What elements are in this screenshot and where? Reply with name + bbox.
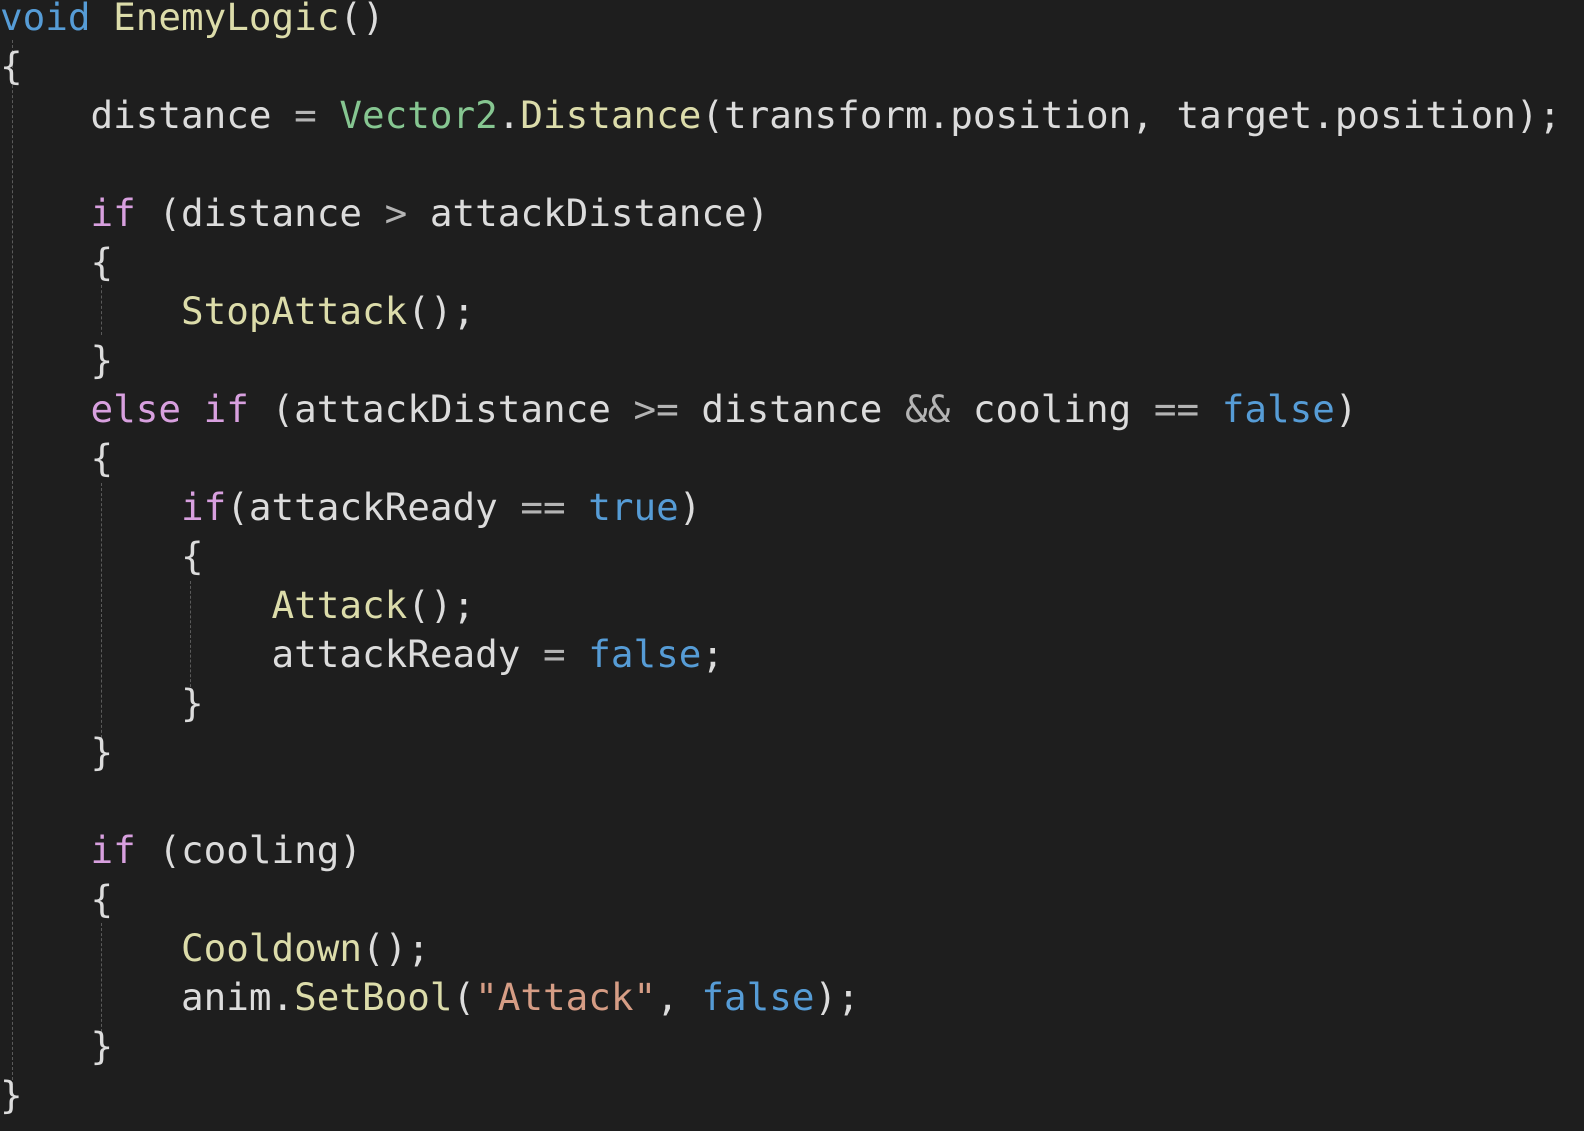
code-token-control: if bbox=[181, 485, 227, 529]
code-token-plain: (attackDistance bbox=[248, 387, 634, 431]
code-token-keyword: false bbox=[588, 632, 702, 676]
code-line[interactable]: Attack(); bbox=[0, 581, 476, 630]
code-token-plain: distance bbox=[0, 93, 295, 137]
code-line[interactable]: Cooldown(); bbox=[0, 924, 430, 973]
code-line[interactable]: attackReady = false; bbox=[0, 630, 724, 679]
code-token-method: SetBool bbox=[294, 975, 453, 1019]
code-line[interactable]: StopAttack(); bbox=[0, 287, 475, 336]
code-token-plain: } bbox=[0, 338, 114, 382]
code-line[interactable]: { bbox=[0, 238, 113, 287]
code-token-method: Cooldown bbox=[181, 926, 362, 970]
code-token-plain: ; bbox=[701, 632, 724, 676]
code-token-operator: && bbox=[904, 387, 951, 431]
code-token-method: StopAttack bbox=[181, 289, 408, 333]
code-token-control: else bbox=[90, 387, 182, 431]
code-token-keyword: false bbox=[701, 975, 815, 1019]
code-line[interactable]: } bbox=[0, 728, 113, 777]
code-line[interactable]: } bbox=[0, 1022, 113, 1071]
code-token-operator: == bbox=[520, 485, 566, 529]
code-token-plain: attackDistance) bbox=[407, 191, 770, 235]
code-token-keyword: true bbox=[588, 485, 679, 529]
code-line[interactable]: distance = Vector2.Distance(transform.po… bbox=[0, 91, 1561, 140]
code-line[interactable]: anim.SetBool("Attack", false); bbox=[0, 973, 860, 1022]
code-token-method: Attack bbox=[271, 583, 408, 627]
code-token-plain: attackReady bbox=[0, 632, 543, 676]
code-token-plain: (); bbox=[407, 289, 476, 333]
code-line[interactable]: { bbox=[0, 875, 113, 924]
code-token-operator: > bbox=[384, 191, 408, 235]
code-token-plain: { bbox=[0, 240, 114, 284]
code-token-operator: = bbox=[542, 632, 566, 676]
code-line[interactable]: void EnemyLogic() bbox=[0, 0, 385, 42]
code-token-plain: (distance bbox=[135, 191, 385, 235]
code-token-plain: distance bbox=[678, 387, 905, 431]
code-token-plain: anim. bbox=[0, 975, 295, 1019]
code-token-plain: () bbox=[339, 0, 385, 39]
code-token-control: if bbox=[90, 191, 136, 235]
code-token-control: if bbox=[203, 387, 249, 431]
code-token-plain: (attackReady bbox=[226, 485, 521, 529]
code-token-plain: (cooling) bbox=[135, 828, 362, 872]
code-line[interactable]: if (cooling) bbox=[0, 826, 363, 875]
code-token-plain: } bbox=[0, 1073, 23, 1117]
code-line[interactable]: else if (attackDistance >= distance && c… bbox=[0, 385, 1358, 434]
code-token-plain: } bbox=[0, 681, 204, 725]
code-token-method: Distance bbox=[520, 93, 702, 137]
code-token-keyword: false bbox=[1221, 387, 1335, 431]
code-line[interactable]: if (distance > attackDistance) bbox=[0, 189, 770, 238]
code-token-plain: } bbox=[0, 730, 114, 774]
code-line[interactable]: } bbox=[0, 1071, 23, 1120]
code-editor[interactable]: void EnemyLogic(){ distance = Vector2.Di… bbox=[0, 0, 1584, 1131]
code-token-control: if bbox=[90, 828, 136, 872]
code-line[interactable]: { bbox=[0, 532, 204, 581]
code-token-plain: { bbox=[0, 436, 114, 480]
code-token-plain: ) bbox=[678, 485, 702, 529]
code-token-plain: } bbox=[0, 1024, 114, 1068]
code-token-plain: { bbox=[0, 44, 23, 88]
code-line[interactable]: } bbox=[0, 679, 204, 728]
code-token-plain: , bbox=[656, 975, 702, 1019]
code-token-plain: ( bbox=[452, 975, 476, 1019]
code-token-plain: (); bbox=[407, 583, 476, 627]
code-token-plain: { bbox=[0, 877, 114, 921]
code-token-plain: ); bbox=[814, 975, 860, 1019]
code-token-plain: (transform.position, target.position); bbox=[701, 93, 1562, 137]
code-line[interactable]: { bbox=[0, 434, 113, 483]
code-token-plain: . bbox=[497, 93, 521, 137]
code-token-operator: >= bbox=[633, 387, 679, 431]
code-line[interactable]: { bbox=[0, 42, 23, 91]
code-token-string: "Attack" bbox=[475, 975, 657, 1019]
code-token-method: EnemyLogic bbox=[113, 0, 340, 39]
code-token-plain: { bbox=[0, 534, 204, 578]
code-token-plain: (); bbox=[362, 926, 430, 970]
code-token-keyword: void bbox=[0, 0, 91, 39]
code-token-operator: == bbox=[1153, 387, 1200, 431]
code-token-type: Vector2 bbox=[339, 93, 498, 137]
code-token-operator: = bbox=[294, 93, 317, 137]
code-token-plain: cooling bbox=[950, 387, 1154, 431]
code-token-plain: ) bbox=[1334, 387, 1358, 431]
code-line[interactable]: if(attackReady == true) bbox=[0, 483, 701, 532]
code-line[interactable]: } bbox=[0, 336, 113, 385]
